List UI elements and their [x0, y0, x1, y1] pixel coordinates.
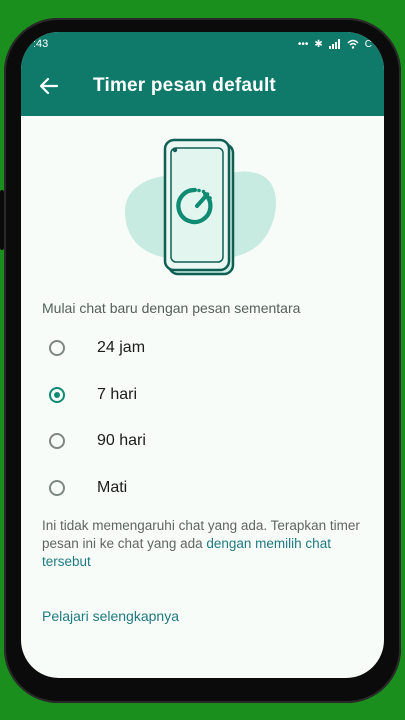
signal-icon [328, 39, 340, 49]
back-arrow-icon [39, 77, 59, 95]
bluetooth-icon: ✱ [314, 38, 323, 50]
status-bar: :43 ••• ✱ C [21, 32, 384, 56]
back-button[interactable] [25, 62, 73, 110]
option-label: 7 hari [97, 386, 138, 403]
section-label: Mulai chat baru dengan pesan sementara [42, 300, 301, 316]
wifi-icon [347, 39, 359, 49]
app-bar: Timer pesan default [21, 56, 384, 116]
option-label: Mati [97, 479, 128, 496]
status-time: :43 [33, 38, 49, 50]
radio-button-selected[interactable] [49, 387, 65, 403]
learn-more-link[interactable]: Pelajari selengkapnya [42, 608, 179, 624]
info-text: Ini tidak memengaruhi chat yang ada. Ter… [42, 517, 362, 571]
timer-illustration [124, 138, 277, 276]
radio-button[interactable] [49, 340, 65, 356]
screen: :43 ••• ✱ C Timer pesan default Mulai ch… [21, 32, 384, 678]
battery-icon: C [364, 38, 372, 50]
option-90-hari[interactable]: 90 hari [41, 423, 341, 459]
radio-button[interactable] [49, 480, 65, 496]
option-mati[interactable]: Mati [41, 470, 341, 506]
status-icons: ••• ✱ C [298, 39, 372, 50]
radio-button[interactable] [49, 433, 65, 449]
option-7-hari[interactable]: 7 hari [41, 377, 341, 413]
dots-icon: ••• [297, 38, 309, 50]
page-title: Timer pesan default [93, 75, 276, 96]
option-24-jam[interactable]: 24 jam [41, 330, 341, 366]
option-label: 90 hari [97, 432, 146, 449]
option-label: 24 jam [97, 339, 146, 356]
phone-side-button [0, 190, 4, 250]
